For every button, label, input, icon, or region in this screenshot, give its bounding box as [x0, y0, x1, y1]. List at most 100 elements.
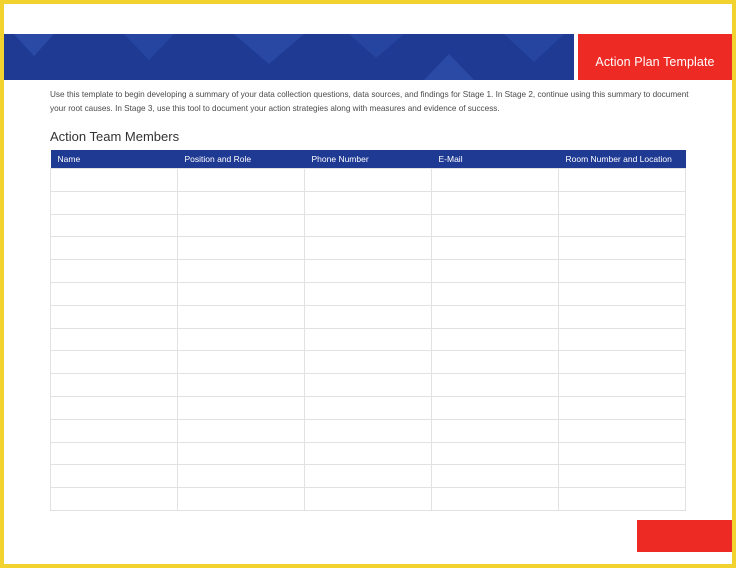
banner-triangle-pattern — [14, 34, 564, 80]
table-cell[interactable] — [177, 487, 305, 511]
table-cell[interactable] — [50, 464, 178, 489]
table-cell[interactable] — [431, 373, 559, 397]
table-cell[interactable] — [177, 259, 305, 283]
table-cell[interactable] — [558, 168, 686, 192]
table-cell[interactable] — [431, 259, 559, 283]
table-cell[interactable] — [558, 350, 686, 375]
banner-triangle — [14, 34, 54, 56]
column-header-location: Room Number and Location — [558, 150, 686, 169]
table-cell[interactable] — [50, 327, 178, 352]
table-cell[interactable] — [50, 487, 178, 511]
header-banner: Action Plan Template — [4, 34, 732, 80]
table-cell[interactable] — [558, 259, 686, 283]
document-title: Action Plan Template — [595, 55, 715, 69]
table-cell[interactable] — [177, 236, 305, 261]
footer-red-block — [637, 520, 732, 552]
table-cell[interactable] — [304, 395, 432, 420]
table-cell[interactable] — [558, 236, 686, 261]
table-cell[interactable] — [50, 168, 178, 192]
table-cell[interactable] — [177, 327, 305, 352]
intro-paragraph: Use this template to begin developing a … — [50, 90, 689, 113]
table-cell[interactable] — [431, 304, 559, 329]
table-cell[interactable] — [431, 487, 559, 511]
table-row — [50, 464, 686, 489]
table-cell[interactable] — [50, 259, 178, 283]
table-cell[interactable] — [50, 213, 178, 238]
table-row — [50, 213, 686, 238]
table-cell[interactable] — [177, 190, 305, 215]
table-cell[interactable] — [558, 464, 686, 489]
table-cell[interactable] — [50, 441, 178, 466]
table-cell[interactable] — [558, 373, 686, 397]
table-cell[interactable] — [177, 464, 305, 489]
table-cell[interactable] — [50, 236, 178, 261]
table-cell[interactable] — [558, 304, 686, 329]
table-cell[interactable] — [304, 259, 432, 283]
table-cell[interactable] — [304, 236, 432, 261]
table-cell[interactable] — [177, 281, 305, 306]
table-cell[interactable] — [558, 213, 686, 238]
table-cell[interactable] — [50, 373, 178, 397]
table-cell[interactable] — [50, 281, 178, 306]
table-cell[interactable] — [431, 395, 559, 420]
table-cell[interactable] — [304, 373, 432, 397]
table-cell[interactable] — [177, 441, 305, 466]
team-members-table: Name Position and Role Phone Number E-Ma… — [50, 150, 686, 511]
table-cell[interactable] — [304, 327, 432, 352]
table-cell[interactable] — [431, 327, 559, 352]
table-cell[interactable] — [177, 213, 305, 238]
document-page: Action Plan Template Use this template t… — [0, 0, 736, 568]
table-cell[interactable] — [304, 487, 432, 511]
table-cell[interactable] — [177, 395, 305, 420]
table-cell[interactable] — [304, 190, 432, 215]
section-title: Action Team Members — [50, 129, 180, 144]
table-cell[interactable] — [304, 281, 432, 306]
banner-triangle — [234, 34, 304, 64]
table-row — [50, 190, 686, 215]
table-cell[interactable] — [431, 236, 559, 261]
table-cell[interactable] — [50, 304, 178, 329]
table-cell[interactable] — [177, 418, 305, 443]
table-cell[interactable] — [177, 168, 305, 192]
table-row — [50, 168, 686, 192]
table-cell[interactable] — [50, 418, 178, 443]
table-cell[interactable] — [304, 441, 432, 466]
table-cell[interactable] — [558, 327, 686, 352]
table-cell[interactable] — [177, 304, 305, 329]
table-cell[interactable] — [431, 418, 559, 443]
table-cell[interactable] — [50, 395, 178, 420]
table-cell[interactable] — [431, 464, 559, 489]
table-row — [50, 236, 686, 261]
table-cell[interactable] — [431, 350, 559, 375]
table-cell[interactable] — [304, 304, 432, 329]
table-cell[interactable] — [177, 373, 305, 397]
table-row — [50, 281, 686, 306]
table-cell[interactable] — [304, 464, 432, 489]
table-cell[interactable] — [304, 213, 432, 238]
table-cell[interactable] — [431, 213, 559, 238]
column-header-position: Position and Role — [177, 150, 305, 169]
banner-triangle — [424, 54, 474, 80]
table-body — [50, 168, 686, 511]
table-row — [50, 373, 686, 397]
table-cell[interactable] — [50, 350, 178, 375]
table-cell[interactable] — [558, 395, 686, 420]
table-cell[interactable] — [304, 350, 432, 375]
column-header-email: E-Mail — [431, 150, 559, 169]
table-cell[interactable] — [558, 190, 686, 215]
banner-blue-band — [4, 34, 574, 80]
table-row — [50, 441, 686, 466]
table-cell[interactable] — [558, 441, 686, 466]
table-cell[interactable] — [304, 418, 432, 443]
table-cell[interactable] — [558, 281, 686, 306]
table-cell[interactable] — [431, 441, 559, 466]
table-cell[interactable] — [431, 168, 559, 192]
table-cell[interactable] — [50, 190, 178, 215]
banner-triangle — [349, 34, 404, 58]
table-cell[interactable] — [177, 350, 305, 375]
table-cell[interactable] — [558, 487, 686, 511]
table-cell[interactable] — [558, 418, 686, 443]
table-cell[interactable] — [304, 168, 432, 192]
table-cell[interactable] — [431, 190, 559, 215]
table-cell[interactable] — [431, 281, 559, 306]
